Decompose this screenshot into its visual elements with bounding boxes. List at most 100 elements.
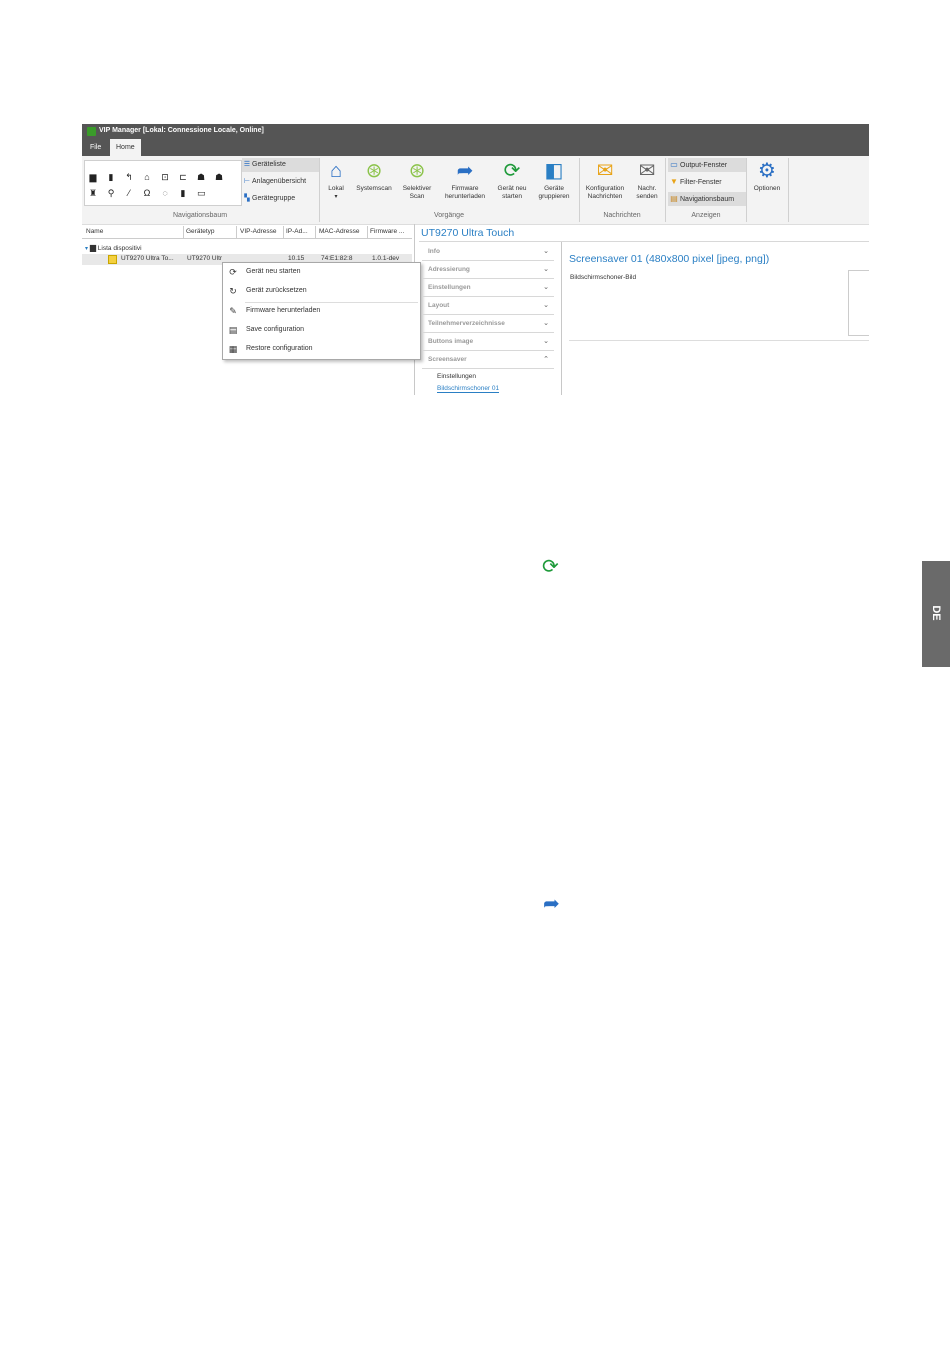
menu-restore-configuration[interactable]: ▦ Restore configuration — [223, 341, 420, 357]
ribbon-separator — [788, 158, 789, 222]
ribbon: ▆ ▮ ↰ ⌂ ⊡ ⊏ ☗ ☗ ♜ ⚲ ⁄ Ω ◌ ▮ ▭ ☰ Gerätelis… — [82, 156, 869, 225]
output-fenster-label: Output-Fenster — [680, 162, 728, 169]
camera-icon[interactable]: ◌ — [161, 189, 169, 198]
expand-chevron-icon: ▾ — [85, 246, 89, 252]
chevron-down-icon: ⌄ — [543, 284, 549, 291]
entrance-icon[interactable]: ⊡ — [161, 173, 169, 182]
broom-icon[interactable]: ⚲ — [107, 189, 115, 198]
refresh-icon: ⟳ — [503, 160, 521, 182]
headset-icon[interactable]: Ω — [143, 189, 151, 198]
menu-firmware-herunterladen[interactable]: ✎ Firmware herunterladen — [223, 303, 420, 319]
toggle-output-fenster[interactable]: ▭ Output-Fenster — [668, 158, 746, 172]
refresh-icon: ⟳ — [542, 556, 559, 578]
systemscan-label: Systemscan — [356, 185, 392, 192]
menu-geraet-zuruecksetzen-label: Gerät zurücksetzen — [246, 287, 307, 294]
section-adressierung-label: Adressierung — [428, 266, 470, 273]
selektiver-scan-label-2: Scan — [409, 193, 425, 200]
building-icon: ▆ — [89, 243, 96, 252]
app-icon — [87, 127, 96, 136]
list-icon: ☰ — [243, 161, 251, 168]
building-icon[interactable]: ▆ — [89, 173, 97, 182]
lokal-button[interactable]: ⌂ Lokal ▾ — [323, 158, 349, 201]
users-icon[interactable]: ☗ — [197, 173, 205, 182]
forward-arrow-icon: ➦ — [543, 893, 560, 915]
tab-home[interactable]: Home — [110, 139, 141, 156]
section-teilnehmerverzeichnisse[interactable]: Teilnehmerverzeichnisse ⌄ — [422, 315, 554, 333]
window-icon: ▭ — [670, 160, 678, 169]
image-dropzone[interactable] — [848, 270, 869, 336]
reset-icon: ↻ — [229, 286, 237, 296]
section-teilnehmerverzeichnisse-label: Teilnehmerverzeichnisse — [428, 320, 505, 327]
systemscan-button[interactable]: ⊛ Systemscan — [352, 158, 396, 193]
envelope-config-icon: ✉ — [596, 160, 614, 182]
menu-geraet-zuruecksetzen[interactable]: ↻ Gerät zurücksetzen — [223, 283, 420, 299]
screensaver-panel-title: Screensaver 01 (480x800 pixel [jpeg, png… — [569, 253, 770, 265]
bildschirmschoner-01-link[interactable]: Bildschirmschoner 01 — [437, 385, 500, 393]
column-ip-adresse[interactable]: IP-Ad... — [286, 228, 314, 235]
filter-fenster-label: Filter-Fenster — [680, 179, 722, 186]
phone-icon[interactable]: ▮ — [179, 189, 187, 198]
column-name[interactable]: Name — [86, 228, 181, 235]
column-mac-adresse[interactable]: MAC-Adresse — [319, 228, 367, 235]
optionen-label: Optionen — [753, 185, 781, 192]
section-buttons-image[interactable]: Buttons image ⌄ — [422, 333, 554, 351]
pen-icon[interactable]: ⁄ — [125, 189, 133, 198]
section-einstellungen-label: Einstellungen — [428, 284, 471, 291]
selective-scan-icon: ⊛ — [408, 160, 426, 182]
user-icon[interactable]: ☗ — [215, 173, 223, 182]
home-icon: ⌂ — [329, 160, 343, 182]
tree-icon: ⊢ — [243, 178, 251, 185]
nachr-senden-button[interactable]: ✉ Nachr. senden — [630, 158, 664, 201]
monitor-icon[interactable]: ▭ — [197, 189, 206, 198]
device-firmware-cell: 1.0.1-dev — [372, 255, 400, 262]
column-geraetetyp[interactable]: Gerätetyp — [186, 228, 236, 235]
window-title: VIP Manager [Lokal: Connessione Locale, … — [99, 127, 264, 134]
optionen-button[interactable]: ⚙ Optionen — [749, 158, 785, 193]
section-einstellungen[interactable]: Einstellungen ⌄ — [422, 279, 554, 297]
nav-anlagenuebersicht[interactable]: ⊢ Anlagenübersicht — [242, 175, 320, 189]
home-icon[interactable]: ⌂ — [143, 173, 151, 182]
nav-geraetegruppe[interactable]: ▚ Gerätegruppe — [242, 192, 320, 206]
lokal-label: Lokal — [328, 185, 344, 192]
ribbon-separator — [746, 158, 747, 222]
firmware-herunterladen-button[interactable]: ➦ Firmware herunterladen — [440, 158, 490, 201]
section-layout-label: Layout — [428, 302, 450, 309]
context-menu: ⟳ Gerät neu starten ↻ Gerät zurücksetzen ✎… — [222, 262, 421, 360]
tree-root-label: Lista dispositivi — [97, 245, 142, 252]
scan-icon: ⊛ — [365, 160, 383, 182]
tab-file[interactable]: File — [84, 139, 107, 156]
konfiguration-nachrichten-button[interactable]: ✉ Konfiguration Nachrichten — [582, 158, 628, 201]
menu-geraet-neu-starten[interactable]: ⟳ Gerät neu starten — [223, 264, 420, 280]
column-firmware[interactable]: Firmware ... — [370, 228, 412, 235]
column-separator — [283, 226, 284, 238]
toggle-navigationsbaum[interactable]: ▤ Navigationsbaum — [668, 192, 746, 206]
neustart-label-1: Gerät neu — [497, 185, 527, 192]
guard-icon[interactable]: ♜ — [89, 189, 97, 198]
geraete-gruppieren-button[interactable]: ◧ Geräte gruppieren — [534, 158, 574, 201]
device-icon — [108, 255, 117, 264]
section-layout[interactable]: Layout ⌄ — [422, 297, 554, 315]
section-screensaver[interactable]: Screensaver ⌃ — [422, 351, 554, 369]
gruppieren-label-1: Geräte — [544, 185, 564, 192]
geraet-neu-starten-button[interactable]: ⟳ Gerät neu starten — [492, 158, 532, 201]
title-bar: VIP Manager [Lokal: Connessione Locale, … — [82, 124, 869, 139]
tree-root-row[interactable]: ▾ ▆ Lista dispositivi — [85, 243, 142, 252]
column-vip-adresse[interactable]: VIP-Adresse — [240, 228, 282, 235]
column-separator — [315, 226, 316, 238]
device-grid-header: Name Gerätetyp VIP-Adresse IP-Ad... MAC-… — [82, 226, 412, 239]
chevron-up-icon: ⌃ — [543, 356, 549, 363]
switch-icon[interactable]: ↰ — [125, 173, 133, 182]
section-info[interactable]: Info ⌄ — [422, 243, 554, 261]
konfiguration-label-1: Konfiguration — [585, 185, 625, 192]
section-adressierung[interactable]: Adressierung ⌄ — [422, 261, 554, 279]
nav-geraeteliste[interactable]: ☰ Geräteliste — [242, 158, 320, 172]
menu-save-configuration[interactable]: ▤ Save configuration — [223, 322, 420, 338]
filter-icon: ▼ — [670, 177, 678, 186]
selektiver-scan-button[interactable]: ⊛ Selektiver Scan — [398, 158, 436, 201]
exit-icon[interactable]: ⊏ — [179, 173, 187, 182]
toggle-filter-fenster[interactable]: ▼ Filter-Fenster — [668, 175, 746, 189]
screensaver-einstellungen-link[interactable]: Einstellungen — [437, 373, 476, 380]
nachr-senden-label-2: senden — [636, 193, 658, 200]
door-station-icon[interactable]: ▮ — [107, 173, 115, 182]
nav-anlagenuebersicht-label: Anlagenübersicht — [252, 178, 307, 185]
